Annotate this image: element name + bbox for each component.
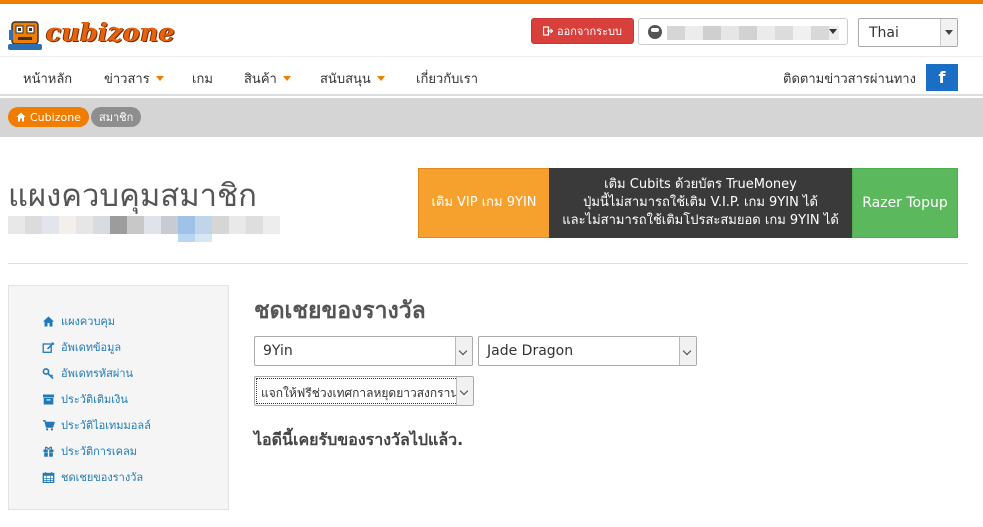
vip-topup-button[interactable]: เติม VIP เกม 9YIN [418,168,550,238]
member-sidebar: แผงควบคุม อัพเดทข้อมูล อัพเดทรหัสผ่าน ปร… [8,285,229,510]
select-arrow-icon [679,337,696,365]
truemoney-line1: เติม Cubits ด้วยบัตร TrueMoney [604,177,797,192]
nav-label: เกี่ยวกับเรา [416,72,479,87]
caret-down-icon [376,76,385,81]
home-icon [43,316,54,326]
language-select[interactable]: Thai [858,18,958,47]
server-select[interactable]: Jade Dragon [478,336,697,366]
main-nav: หน้าหลัก ข่าวสาร เกม สินค้า สนับสนุน เกี… [0,56,983,96]
sidebar-item-update-profile[interactable]: อัพเดทข้อมูล [42,338,121,356]
breadcrumb: Cubizone สมาชิก [0,98,983,137]
breadcrumb-current-label: สมาชิก [99,111,134,124]
cubizone-logo[interactable]: cubizone [8,14,198,56]
breadcrumb-home-label: Cubizone [30,110,81,124]
razer-topup-label: Razer Topup [862,195,948,211]
razer-topup-button[interactable]: Razer Topup [852,168,958,238]
nav-label: เกม [192,72,213,87]
nav-item-about[interactable]: เกี่ยวกับเรา [416,68,478,89]
game-select[interactable]: 9Yin [254,336,473,366]
gift-icon [43,446,54,457]
sidebar-item-topup-history[interactable]: ประวัติเติมเงิน [42,390,128,408]
sidebar-item-label: แผงควบคุม [61,315,116,328]
section-title: ชดเชยของรางวัล [254,298,426,324]
sidebar-item-label: ประวัติเติมเงิน [61,393,128,406]
status-message: ไอดีนี้เคยรับของรางวัลไปแล้ว. [254,430,464,449]
username-redacted [667,26,839,40]
nav-item-games[interactable]: เกม [192,68,213,89]
key-icon [42,367,54,379]
game-select-value: 9Yin [263,343,293,359]
user-avatar-icon [648,25,662,39]
nav-label: ข่าวสาร [104,72,150,87]
caret-down-icon [282,76,291,81]
sign-out-icon [543,26,554,36]
user-dropdown[interactable] [638,18,848,45]
nav-item-home[interactable]: หน้าหลัก [23,68,72,89]
robot-logo-icon [8,21,42,50]
member-id-redacted-row2 [178,234,212,242]
sidebar-item-label: ชดเชยของรางวัล [61,471,144,484]
nav-label: หน้าหลัก [23,72,73,87]
calendar-icon [42,471,55,483]
truemoney-line2: ปุ่มนี้ไม่สามารถใช้เติม V.I.P. เกม 9YIN … [583,195,818,210]
site-header: cubizone ออกจากระบบ Thai [0,4,983,56]
cart-icon [43,419,55,430]
sidebar-item-update-password[interactable]: อัพเดทรหัสผ่าน [42,364,133,382]
divider [8,263,968,264]
sidebar-item-itemmall-history[interactable]: ประวัติไอเทมมอลล์ [42,416,151,434]
facebook-icon[interactable]: f [926,64,958,91]
sidebar-item-label: อัพเดทข้อมูล [61,341,122,354]
vip-topup-label: เติม VIP เกม 9YIN [431,195,537,210]
truemoney-line3: และไม่สามารถใช้เติมโปรสะสมยอด เกม 9YIN ไ… [562,213,839,228]
facebook-glyph: f [938,68,946,87]
event-select[interactable]: แจกให้ฟรีช่วงเทศกาลหยุดยาวสงกรานต์ [254,376,474,406]
archive-icon [43,394,54,404]
breadcrumb-current: สมาชิก [91,107,142,127]
logout-button[interactable]: ออกจากระบบ [531,18,634,44]
logout-label: ออกจากระบบ [557,25,622,38]
nav-item-news[interactable]: ข่าวสาร [104,68,164,89]
nav-item-products[interactable]: สินค้า [244,68,291,89]
sidebar-item-label: ประวัติไอเทมมอลล์ [61,419,151,432]
edit-icon [42,341,55,353]
breadcrumb-home[interactable]: Cubizone [8,107,89,127]
select-arrow-icon [455,337,472,365]
caret-down-icon [155,76,164,81]
logo-text: cubizone [46,18,176,47]
home-icon [16,112,26,122]
nav-label: สินค้า [244,72,277,87]
sidebar-item-label: ประวัติการเคลม [61,445,137,458]
sidebar-item-dashboard[interactable]: แผงควบคุม [42,312,115,330]
sidebar-item-claim-history[interactable]: ประวัติการเคลม [42,442,137,460]
follow-text: ติดตามข่าวสารผ่านทาง [783,72,916,87]
select-arrow-icon [940,19,957,46]
sidebar-item-reward-compensation[interactable]: ชดเชยของรางวัล [42,468,143,486]
truemoney-topup-button[interactable]: เติม Cubits ด้วยบัตร TrueMoney ปุ่มนี้ไม… [549,168,852,238]
nav-item-support[interactable]: สนับสนุน [320,68,385,89]
select-arrow-icon [456,377,473,405]
language-value: Thai [869,25,899,41]
event-select-value: แจกให้ฟรีช่วงเทศกาลหยุดยาวสงกรานต์ [261,386,467,400]
sidebar-item-label: อัพเดทรหัสผ่าน [61,367,134,380]
page-title: แผงควบคุมสมาชิก [8,178,257,214]
chevron-down-icon [829,29,837,34]
server-select-value: Jade Dragon [487,343,574,359]
member-id-redacted [8,216,280,234]
nav-label: สนับสนุน [320,72,371,87]
